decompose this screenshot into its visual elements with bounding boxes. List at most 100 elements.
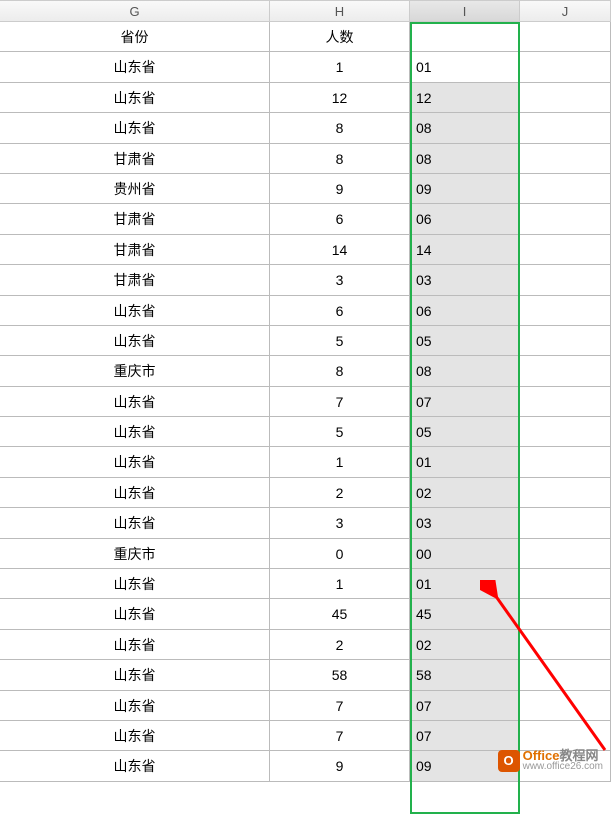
cell-formatted[interactable]: 07 (410, 721, 520, 751)
cell-empty[interactable] (520, 356, 611, 386)
cell-province[interactable]: 甘肃省 (0, 204, 270, 234)
header-count[interactable]: 人数 (270, 22, 410, 52)
cell-formatted[interactable]: 12 (410, 83, 520, 113)
cell-formatted[interactable]: 06 (410, 204, 520, 234)
cell-count[interactable]: 1 (270, 52, 410, 82)
cell-province[interactable]: 山东省 (0, 447, 270, 477)
cell-count[interactable]: 3 (270, 508, 410, 538)
cell-empty[interactable] (520, 417, 611, 447)
cell-count[interactable]: 2 (270, 478, 410, 508)
column-header-h[interactable]: H (270, 1, 410, 21)
cell-empty[interactable] (520, 174, 611, 204)
cell-empty[interactable] (520, 539, 611, 569)
column-header-j[interactable]: J (520, 1, 611, 21)
cell-formatted[interactable]: 14 (410, 235, 520, 265)
cell-province[interactable]: 重庆市 (0, 539, 270, 569)
cell-province[interactable]: 山东省 (0, 113, 270, 143)
cell-province[interactable]: 甘肃省 (0, 265, 270, 295)
cell-empty[interactable] (520, 326, 611, 356)
column-header-g[interactable]: G (0, 1, 270, 21)
cell-province[interactable]: 贵州省 (0, 174, 270, 204)
cell-count[interactable]: 0 (270, 539, 410, 569)
cell-count[interactable]: 6 (270, 204, 410, 234)
cell-count[interactable]: 12 (270, 83, 410, 113)
cell-count[interactable]: 8 (270, 356, 410, 386)
cell-count[interactable]: 9 (270, 174, 410, 204)
cell-empty[interactable] (520, 265, 611, 295)
cell-province[interactable]: 甘肃省 (0, 235, 270, 265)
cell-province[interactable]: 山东省 (0, 326, 270, 356)
cell-formatted[interactable]: 01 (410, 52, 520, 82)
cell-empty[interactable] (520, 508, 611, 538)
cell-province[interactable]: 山东省 (0, 387, 270, 417)
cell-empty[interactable] (520, 478, 611, 508)
cell-empty[interactable] (520, 691, 611, 721)
column-header-i[interactable]: I (410, 1, 520, 21)
cell-formatted[interactable]: 08 (410, 113, 520, 143)
cell-empty[interactable] (520, 660, 611, 690)
cell-formatted[interactable]: 05 (410, 326, 520, 356)
cell-count[interactable]: 7 (270, 721, 410, 751)
cell-formatted[interactable]: 05 (410, 417, 520, 447)
cell-empty[interactable] (520, 447, 611, 477)
cell-count[interactable]: 3 (270, 265, 410, 295)
cell-empty[interactable] (520, 599, 611, 629)
cell-count[interactable]: 8 (270, 113, 410, 143)
header-empty[interactable] (520, 22, 611, 52)
cell-formatted[interactable]: 08 (410, 356, 520, 386)
cell-count[interactable]: 5 (270, 417, 410, 447)
cell-formatted[interactable]: 08 (410, 144, 520, 174)
cell-empty[interactable] (520, 569, 611, 599)
cell-province[interactable]: 山东省 (0, 52, 270, 82)
cell-formatted[interactable]: 03 (410, 265, 520, 295)
cell-formatted[interactable]: 45 (410, 599, 520, 629)
cell-empty[interactable] (520, 235, 611, 265)
cell-empty[interactable] (520, 83, 611, 113)
cell-province[interactable]: 重庆市 (0, 356, 270, 386)
cell-empty[interactable] (520, 630, 611, 660)
cell-empty[interactable] (520, 387, 611, 417)
cell-count[interactable]: 8 (270, 144, 410, 174)
cell-province[interactable]: 山东省 (0, 630, 270, 660)
header-province[interactable]: 省份 (0, 22, 270, 52)
cell-empty[interactable] (520, 296, 611, 326)
cell-formatted[interactable]: 07 (410, 691, 520, 721)
cell-count[interactable]: 5 (270, 326, 410, 356)
cell-count[interactable]: 1 (270, 447, 410, 477)
cell-empty[interactable] (520, 204, 611, 234)
cell-province[interactable]: 山东省 (0, 721, 270, 751)
cell-formatted[interactable]: 58 (410, 660, 520, 690)
cell-empty[interactable] (520, 113, 611, 143)
cell-province[interactable]: 山东省 (0, 691, 270, 721)
cell-empty[interactable] (520, 721, 611, 751)
cell-count[interactable]: 14 (270, 235, 410, 265)
cell-formatted[interactable]: 03 (410, 508, 520, 538)
cell-province[interactable]: 山东省 (0, 569, 270, 599)
cell-province[interactable]: 山东省 (0, 508, 270, 538)
cell-formatted[interactable]: 01 (410, 569, 520, 599)
cell-count[interactable]: 9 (270, 751, 410, 781)
cell-count[interactable]: 7 (270, 691, 410, 721)
cell-formatted[interactable]: 02 (410, 478, 520, 508)
cell-count[interactable]: 2 (270, 630, 410, 660)
cell-count[interactable]: 45 (270, 599, 410, 629)
cell-formatted[interactable]: 07 (410, 387, 520, 417)
cell-province[interactable]: 甘肃省 (0, 144, 270, 174)
cell-formatted[interactable]: 06 (410, 296, 520, 326)
cell-province[interactable]: 山东省 (0, 660, 270, 690)
cell-province[interactable]: 山东省 (0, 478, 270, 508)
cell-formatted[interactable]: 09 (410, 174, 520, 204)
cell-province[interactable]: 山东省 (0, 751, 270, 781)
cell-formatted[interactable]: 01 (410, 447, 520, 477)
cell-empty[interactable] (520, 144, 611, 174)
cell-empty[interactable] (520, 52, 611, 82)
cell-province[interactable]: 山东省 (0, 599, 270, 629)
cell-formatted[interactable]: 02 (410, 630, 520, 660)
cell-count[interactable]: 6 (270, 296, 410, 326)
cell-province[interactable]: 山东省 (0, 83, 270, 113)
cell-province[interactable]: 山东省 (0, 296, 270, 326)
cell-count[interactable]: 7 (270, 387, 410, 417)
cell-province[interactable]: 山东省 (0, 417, 270, 447)
cell-formatted[interactable]: 00 (410, 539, 520, 569)
header-formatted[interactable] (410, 22, 520, 52)
